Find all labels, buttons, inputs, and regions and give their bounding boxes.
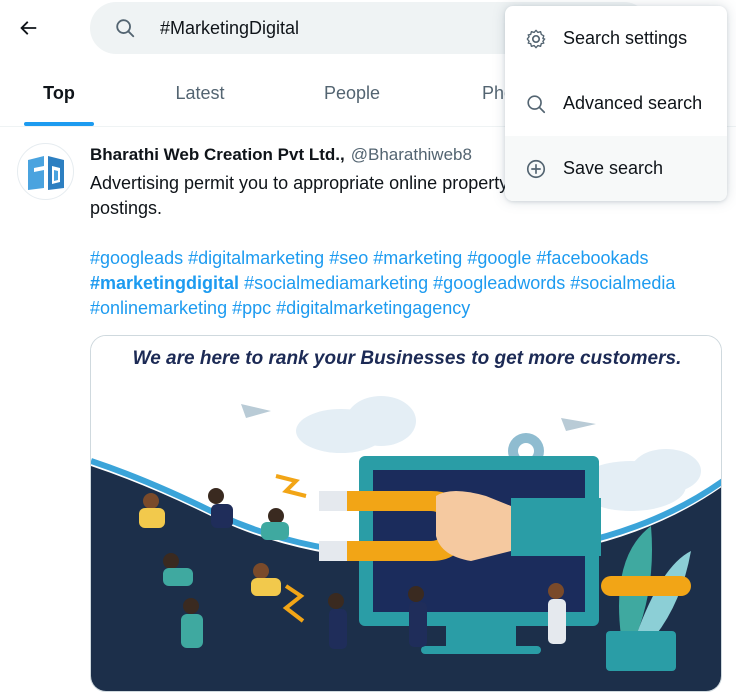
author-name[interactable]: Bharathi Web Creation Pvt Ltd., — [90, 145, 345, 164]
tab-top[interactable]: Top — [24, 60, 94, 126]
tweet-header: Bharathi Web Creation Pvt Ltd., @Bharathi… — [90, 145, 472, 165]
hashtag-link[interactable]: #googleads — [90, 248, 183, 268]
menu-item-label: Search settings — [563, 28, 688, 48]
menu-item-save-search[interactable]: Save search — [505, 136, 727, 201]
hashtag-link[interactable]: #seo — [329, 248, 368, 268]
tab-people[interactable]: People — [306, 60, 398, 126]
menu-item-label: Save search — [563, 158, 664, 178]
tweet-hashtags: #googleads #digitalmarketing #seo #marke… — [90, 246, 730, 321]
hashtag-link[interactable]: #marketing — [373, 248, 462, 268]
arrow-left-icon — [20, 21, 37, 35]
tab-latest[interactable]: Latest — [155, 60, 245, 126]
author-handle[interactable]: @Bharathiweb8 — [351, 145, 472, 164]
menu-item-search-settings[interactable]: Search settings — [505, 6, 727, 71]
hashtag-link[interactable]: #socialmedia — [570, 273, 675, 293]
tweet-media[interactable]: We are here to rank your Businesses to g… — [90, 335, 722, 692]
company-logo — [27, 156, 66, 190]
hashtag-link[interactable]: #onlinemarketing — [90, 298, 227, 318]
avatar[interactable] — [17, 143, 74, 200]
search-icon — [527, 94, 546, 113]
back-button[interactable] — [8, 8, 48, 48]
hashtag-link[interactable]: #googleadwords — [433, 273, 565, 293]
search-options-menu: Search settings Advanced search Save sea… — [505, 6, 727, 201]
active-tab-indicator — [24, 122, 94, 126]
media-illustration — [91, 336, 721, 691]
plus-circle-icon — [526, 159, 546, 178]
hashtag-link-highlighted[interactable]: #marketingdigital — [90, 273, 239, 293]
hashtag-link[interactable]: #digitalmarketingagency — [276, 298, 470, 318]
hashtag-link[interactable]: #ppc — [232, 298, 271, 318]
media-caption: We are here to rank your Businesses to g… — [132, 348, 682, 369]
menu-item-advanced-search[interactable]: Advanced search — [505, 71, 727, 136]
menu-item-label: Advanced search — [563, 93, 703, 113]
search-input[interactable] — [160, 14, 460, 42]
hashtag-link[interactable]: #google — [467, 248, 531, 268]
hashtag-link[interactable]: #socialmediamarketing — [244, 273, 428, 293]
hashtag-link[interactable]: #facebookads — [536, 248, 648, 268]
search-icon — [116, 19, 135, 38]
hashtag-link[interactable]: #digitalmarketing — [188, 248, 324, 268]
gear-icon — [526, 29, 546, 48]
